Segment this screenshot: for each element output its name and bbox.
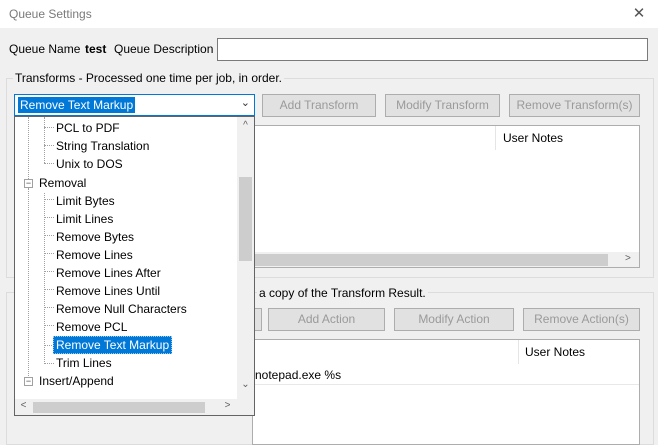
transform-type-combo[interactable]: Remove Text Markup ⌄ (14, 94, 255, 116)
modify-action-button[interactable]: Modify Action (394, 308, 514, 331)
title-bar: Queue Settings ✕ (0, 0, 658, 28)
tree-item-unix-to-dos[interactable]: Unix to DOS (56, 155, 123, 173)
add-action-button[interactable]: Add Action (268, 308, 385, 331)
queue-name-value: test (85, 42, 107, 56)
tree-line (44, 325, 54, 326)
scroll-thumb[interactable] (33, 402, 205, 413)
combo-selected-value[interactable]: Remove Text Markup (18, 97, 136, 113)
queue-name-label: Queue Name (9, 42, 81, 56)
column-divider[interactable] (518, 340, 519, 364)
tree-line (44, 363, 54, 364)
scroll-up-icon[interactable]: ^ (237, 120, 254, 131)
column-divider[interactable] (495, 126, 496, 150)
collapse-icon[interactable]: − (24, 179, 33, 188)
transforms-list-hscrollbar[interactable]: > (253, 252, 639, 267)
scroll-right-icon[interactable]: > (625, 253, 631, 264)
tree-item-insert-append[interactable]: Insert/Append (39, 372, 114, 390)
tree-item-remove-lines-until[interactable]: Remove Lines Until (56, 282, 160, 300)
tree-item-trim-lines[interactable]: Trim Lines (56, 354, 112, 372)
tree-line (44, 289, 54, 290)
tree-line (28, 117, 29, 183)
tree-item-remove-lines-after[interactable]: Remove Lines After (56, 264, 161, 282)
tree-line (44, 145, 54, 146)
tree-line (44, 307, 54, 308)
transform-type-dropdown[interactable]: − − PCL to PDF String Translation Unix t… (14, 116, 255, 416)
tree-line (44, 117, 45, 163)
action-command-cell[interactable]: notepad.exe %s (255, 368, 341, 382)
transforms-group-label: Transforms - Processed one time per job,… (13, 71, 284, 85)
remove-transforms-button[interactable]: Remove Transform(s) (509, 94, 640, 117)
actions-group-label: a copy of the Transform Result. (257, 286, 428, 300)
tree-item-remove-null-characters[interactable]: Remove Null Characters (56, 300, 187, 318)
user-notes-column-header[interactable]: User Notes (525, 345, 585, 359)
tree-item-remove-pcl[interactable]: Remove PCL (56, 318, 127, 336)
tree-line (44, 199, 54, 200)
tree-line (44, 127, 54, 128)
remove-actions-button[interactable]: Remove Action(s) (523, 308, 640, 331)
scroll-down-icon[interactable]: ⌄ (237, 379, 254, 390)
scroll-thumb[interactable] (253, 254, 608, 266)
tree-line (44, 235, 54, 236)
tree-item-remove-text-markup[interactable]: Remove Text Markup (53, 336, 173, 354)
window-title: Queue Settings (9, 7, 92, 21)
actions-list[interactable]: User Notes notepad.exe %s (252, 339, 640, 445)
close-icon[interactable]: ✕ (630, 5, 648, 23)
row-divider (253, 384, 639, 385)
tree-item-string-translation[interactable]: String Translation (56, 137, 149, 155)
collapse-icon[interactable]: − (24, 377, 33, 386)
scroll-left-icon[interactable]: < (15, 400, 32, 411)
tree-item-pcl-to-pdf[interactable]: PCL to PDF (56, 119, 120, 137)
tree-item-removal[interactable]: Removal (39, 174, 86, 192)
scroll-thumb[interactable] (239, 177, 252, 261)
tree-item-limit-lines[interactable]: Limit Lines (56, 210, 113, 228)
tree-line (44, 253, 54, 254)
queue-description-label: Queue Description (114, 42, 214, 56)
queue-description-input[interactable] (217, 38, 648, 61)
dropdown-hscrollbar[interactable]: < > (15, 399, 254, 415)
tree-line (44, 217, 54, 218)
transforms-list[interactable]: User Notes > (252, 125, 640, 268)
tree-item-remove-bytes[interactable]: Remove Bytes (56, 228, 134, 246)
tree-item-remove-lines[interactable]: Remove Lines (56, 246, 133, 264)
user-notes-column-header[interactable]: User Notes (503, 131, 563, 145)
modify-transform-button[interactable]: Modify Transform (385, 94, 500, 117)
chevron-down-icon[interactable]: ⌄ (241, 96, 250, 109)
tree-item-limit-bytes[interactable]: Limit Bytes (56, 192, 115, 210)
scroll-right-icon[interactable]: > (219, 400, 236, 411)
tree-line (44, 193, 45, 364)
tree-line (44, 163, 54, 164)
dropdown-vscrollbar[interactable]: ^ ⌄ (237, 117, 254, 399)
add-transform-button[interactable]: Add Transform (262, 94, 376, 117)
tree-line (28, 188, 29, 382)
tree-line (44, 271, 54, 272)
